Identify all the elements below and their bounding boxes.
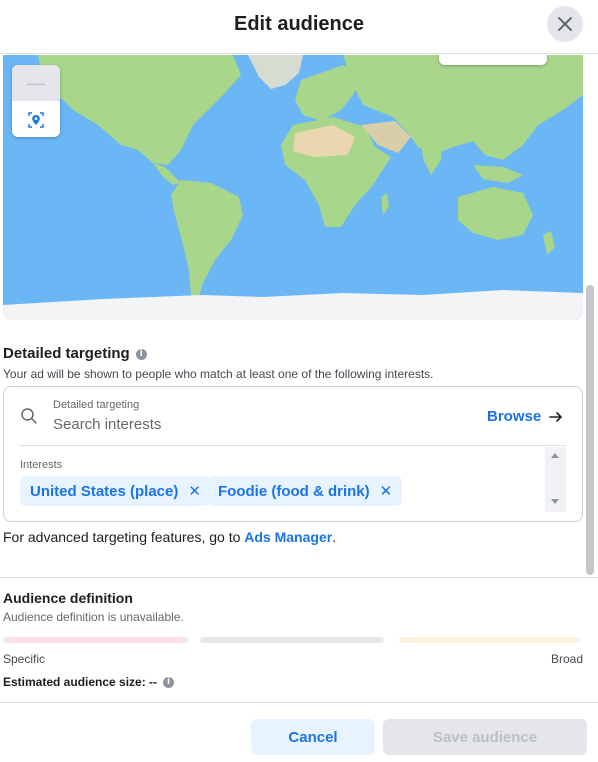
audience-definition-title: Audience definition [3, 590, 133, 606]
detailed-targeting-description: Your ad will be shown to people who matc… [3, 367, 434, 381]
interests-scrollbar[interactable] [545, 447, 566, 512]
interest-chip-label: Foodie (food & drink) [218, 482, 370, 500]
location-pin-icon [28, 112, 44, 128]
dialog-footer: Cancel Save audience [0, 702, 598, 762]
locate-button[interactable] [12, 103, 60, 137]
divider [19, 445, 566, 446]
remove-chip-close-icon[interactable]: ✕ [380, 482, 393, 500]
gauge-specific-segment [3, 637, 188, 643]
advanced-targeting-note: For advanced targeting features, go to A… [3, 529, 337, 545]
scroll-down-icon[interactable] [551, 499, 559, 504]
gauge-broad-segment [399, 637, 580, 643]
audience-definition-section: Audience definition Audience definition … [0, 577, 598, 702]
arrow-right-icon [549, 411, 562, 422]
info-icon[interactable]: i [163, 677, 175, 689]
close-button[interactable] [547, 6, 583, 42]
close-icon [558, 17, 572, 31]
scale-label-specific: Specific [3, 652, 46, 666]
interest-chip-label: United States (place) [30, 482, 179, 500]
map-zoom-controls: — [12, 65, 60, 137]
dialog-header: Edit audience [0, 0, 598, 54]
estimated-audience-size: Estimated audience size: -- i [3, 675, 175, 689]
dialog-title: Edit audience [233, 13, 365, 35]
audience-definition-description: Audience definition is unavailable. [3, 610, 184, 624]
browse-label: Browse [487, 408, 542, 425]
interest-chip-united-states: United States (place) ✕ [20, 476, 211, 506]
search-icon [21, 408, 37, 424]
ads-manager-link[interactable]: Ads Manager [244, 529, 332, 545]
world-map-graphic [3, 55, 583, 320]
interests-label: Interests [20, 459, 63, 471]
targeting-box: Detailed targeting Browse Interests Unit… [3, 386, 583, 522]
save-audience-button[interactable]: Save audience [383, 719, 587, 755]
interest-chip-foodie: Foodie (food & drink) ✕ [208, 476, 403, 506]
search-row: Detailed targeting Browse [4, 387, 582, 446]
search-interests-input[interactable] [53, 416, 353, 433]
map-overlay-control[interactable] [439, 55, 547, 65]
zoom-out-button[interactable]: — [12, 65, 60, 101]
detailed-targeting-title: Detailed targeting i [3, 345, 147, 362]
scale-label-broad: Broad [551, 652, 584, 666]
info-icon[interactable]: i [135, 348, 147, 360]
minus-icon: — [27, 72, 45, 93]
browse-button[interactable]: Browse [487, 408, 563, 425]
scroll-up-icon[interactable] [551, 453, 559, 458]
gauge-mid-segment [200, 637, 384, 643]
cancel-button[interactable]: Cancel [251, 719, 375, 755]
world-map[interactable]: — [3, 55, 583, 320]
search-label: Detailed targeting [53, 399, 140, 411]
dialog-content[interactable]: — Detailed targeting i Your ad will be sh… [0, 55, 598, 576]
content-scrollbar[interactable] [586, 285, 594, 575]
remove-chip-close-icon[interactable]: ✕ [188, 482, 201, 500]
